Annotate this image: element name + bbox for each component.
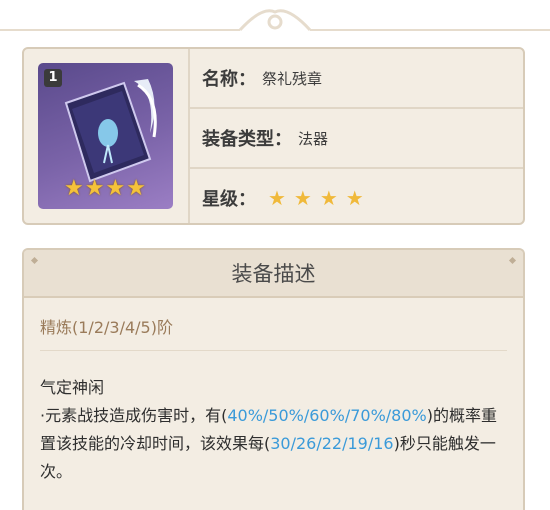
description-header: 装备描述 xyxy=(24,250,523,298)
refinement-badge: 1 xyxy=(44,69,62,87)
name-label: 名称： xyxy=(202,69,256,90)
effect-text-part1: ·元素战技造成伤害时，有( xyxy=(40,406,228,425)
type-value: 法器 xyxy=(298,129,329,148)
top-ornament-decoration xyxy=(0,9,550,32)
effect-text: ·元素战技造成伤害时，有(40%/50%/60%/70%/80%)的概率重置该技… xyxy=(40,402,508,486)
thumbnail-rarity-stars: ★★★★ xyxy=(64,176,147,201)
corner-ornament-icon xyxy=(30,256,39,265)
name-value: 祭礼残章 xyxy=(262,69,323,88)
item-info-table: 名称： 祭礼残章 装备类型： 法器 星级： ★★★★ xyxy=(188,49,523,223)
effect-title: 气定神闲 xyxy=(40,378,105,397)
rarity-label: 星级： xyxy=(202,189,256,210)
effect-cooldown-values: 30/26/22/19/16 xyxy=(270,434,394,453)
info-row-name: 名称： 祭礼残章 xyxy=(188,49,523,107)
description-card: 装备描述 精炼(1/2/3/4/5)阶 气定神闲 ·元素战技造成伤害时，有(40… xyxy=(22,248,525,510)
corner-ornament-icon xyxy=(508,256,517,265)
item-thumbnail: 1 ★★★★ xyxy=(38,63,173,209)
info-row-rarity: 星级： ★★★★ xyxy=(188,167,523,227)
refinement-range: 精炼(1/2/3/4/5)阶 xyxy=(40,318,173,337)
info-row-type: 装备类型： 法器 xyxy=(188,107,523,167)
type-label: 装备类型： xyxy=(202,129,292,150)
description-divider xyxy=(40,350,507,351)
description-title: 装备描述 xyxy=(231,262,316,286)
effect-chance-values: 40%/50%/60%/70%/80% xyxy=(227,406,427,425)
item-info-card: 1 ★★★★ 名称： 祭礼残章 装备类型： 法器 星级： ★★★★ xyxy=(22,47,525,225)
rarity-stars: ★★★★ xyxy=(268,186,372,210)
